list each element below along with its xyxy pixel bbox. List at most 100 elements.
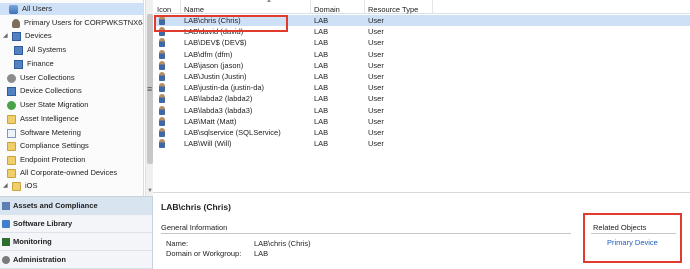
primary-device-link[interactable]: Primary Device (607, 238, 658, 247)
cell-resource-type: User (368, 105, 384, 115)
tree-item-asset-intelligence[interactable]: Asset Intelligence (7, 113, 79, 125)
cell-domain: LAB (314, 38, 329, 48)
tree-item-label: Software Metering (20, 128, 81, 137)
tree-item-label: All Users (22, 4, 53, 13)
domain-value: LAB (254, 249, 269, 258)
tree-item-compliance-settings[interactable]: Compliance Settings (7, 140, 89, 152)
cell-domain: LAB (314, 72, 329, 81)
workspace-monitoring[interactable]: Monitoring (0, 233, 152, 251)
tree-item-device-collections[interactable]: Device Collections (7, 85, 82, 97)
column-header-domain[interactable]: Domain (311, 0, 365, 14)
folder-icon (7, 114, 16, 124)
tree-item-label: Endpoint Protection (20, 155, 86, 164)
general-information-heading: General Information (161, 223, 228, 232)
workspace-software-library[interactable]: Software Library (0, 215, 152, 233)
tree-item-primary-users[interactable]: Primary Users for CORPWKSTNX64 (12, 17, 143, 29)
table-row[interactable]: LAB\sqlservice (SQLService) LAB User (154, 127, 690, 138)
table-row[interactable]: LAB\DEV$ (DEV$) LAB User (154, 37, 690, 48)
section-divider (161, 233, 571, 234)
tree-item-label: Device Collections (20, 86, 82, 95)
list-header: ▲ Icon Name Domain Resource Type (154, 0, 690, 14)
user-icon (159, 139, 165, 149)
tree-item-label: Compliance Settings (20, 141, 89, 150)
gear-icon (7, 73, 16, 83)
user-icon (159, 60, 165, 70)
user-icon (159, 105, 165, 115)
tree-item-label: All Corporate-owned Devices (20, 168, 118, 177)
cell-name: LAB\Will (Will) (184, 139, 232, 149)
details-title: LAB\chris (Chris) (161, 202, 231, 212)
cell-domain: LAB (314, 49, 329, 59)
cell-domain: LAB (314, 27, 329, 37)
tree-item-user-state-migration[interactable]: User State Migration (7, 99, 88, 111)
cell-domain: LAB (314, 94, 329, 104)
tree-item-finance[interactable]: Finance (14, 58, 54, 70)
name-label: Name: (166, 239, 189, 248)
gear-icon (7, 86, 16, 96)
tree-item-all-systems[interactable]: All Systems (14, 44, 66, 56)
column-header-icon[interactable]: Icon (154, 0, 181, 14)
tree-item-label: All Systems (27, 45, 67, 54)
selected-row-highlight-box (154, 15, 288, 32)
folder-icon (7, 168, 16, 178)
chevron-down-icon[interactable]: ◢ (3, 30, 9, 42)
workspace-label: Software Library (13, 219, 73, 228)
cell-resource-type: User (368, 27, 384, 37)
tree-item-label: Asset Intelligence (20, 114, 79, 123)
devices-icon (14, 45, 23, 55)
cell-resource-type: User (368, 94, 384, 104)
tree-item-software-metering[interactable]: Software Metering (7, 127, 81, 139)
user-icon (159, 49, 165, 59)
user-icon (159, 94, 165, 104)
tree-item-endpoint-protection[interactable]: Endpoint Protection (7, 154, 85, 166)
related-objects-heading: Related Objects (593, 223, 647, 232)
admin-gear-icon (2, 256, 10, 264)
column-header-resource-type[interactable]: Resource Type (365, 0, 433, 14)
table-row[interactable]: LAB\Will (Will) LAB User (154, 138, 690, 149)
cell-name: LAB\jason (jason) (184, 60, 244, 70)
tree-item-devices[interactable]: ◢ Devices (3, 30, 52, 42)
table-row[interactable]: LAB\Matt (Matt) LAB User (154, 116, 690, 127)
navigation-scrollbar[interactable]: ▼ (145, 0, 153, 196)
library-icon (2, 220, 10, 228)
user-icon (159, 83, 165, 93)
workspace-label: Assets and Compliance (13, 201, 98, 210)
folder-icon (7, 155, 16, 165)
cell-domain: LAB (314, 83, 329, 93)
cell-resource-type: User (368, 38, 384, 48)
table-row[interactable]: LAB\jason (jason) LAB User (154, 60, 690, 71)
tree-item-ios[interactable]: ◢ iOS (3, 180, 38, 192)
chevron-right-icon[interactable]: ◢ (3, 180, 9, 192)
devices-icon (14, 59, 23, 69)
workspace-switcher: Assets and Compliance Software Library M… (0, 196, 153, 269)
workspace-administration[interactable]: Administration (0, 251, 152, 269)
table-row[interactable]: LAB\justin-da (justin-da) LAB User (154, 82, 690, 93)
tree-item-corporate-devices[interactable]: All Corporate-owned Devices (7, 167, 117, 179)
tree-item-all-users[interactable]: All Users (0, 3, 143, 15)
cell-domain: LAB (314, 116, 329, 126)
tree-item-label: Finance (27, 59, 54, 68)
table-row[interactable]: LAB\dfm (dfm) LAB User (154, 49, 690, 60)
column-header-name[interactable]: Name (181, 0, 311, 14)
table-row[interactable]: LAB\labda2 (labda2) LAB User (154, 93, 690, 104)
devices-icon (12, 31, 21, 41)
cell-domain: LAB (314, 105, 329, 115)
folder-icon (12, 181, 21, 191)
splitter-grip-icon[interactable]: ≡ (147, 84, 152, 94)
cell-resource-type: User (368, 16, 384, 25)
user-icon (12, 18, 20, 28)
cell-resource-type: User (368, 60, 384, 70)
tree-item-user-collections[interactable]: User Collections (7, 72, 75, 84)
cell-name: LAB\labda3 (labda3) (184, 105, 253, 115)
table-row[interactable]: LAB\labda3 (labda3) LAB User (154, 105, 690, 116)
table-row[interactable]: LAB\Justin (Justin) LAB User (154, 71, 690, 82)
cell-name: LAB\sqlservice (SQLService) (184, 128, 281, 137)
cell-name: LAB\dfm (dfm) (184, 49, 233, 59)
cell-name: LAB\labda2 (labda2) (184, 94, 253, 104)
workspace-assets-and-compliance[interactable]: Assets and Compliance (0, 197, 152, 215)
cell-name: LAB\Matt (Matt) (184, 116, 237, 126)
cell-domain: LAB (314, 16, 329, 25)
cell-name: LAB\DEV$ (DEV$) (184, 38, 247, 48)
user-icon (159, 128, 165, 137)
section-divider (591, 233, 676, 234)
